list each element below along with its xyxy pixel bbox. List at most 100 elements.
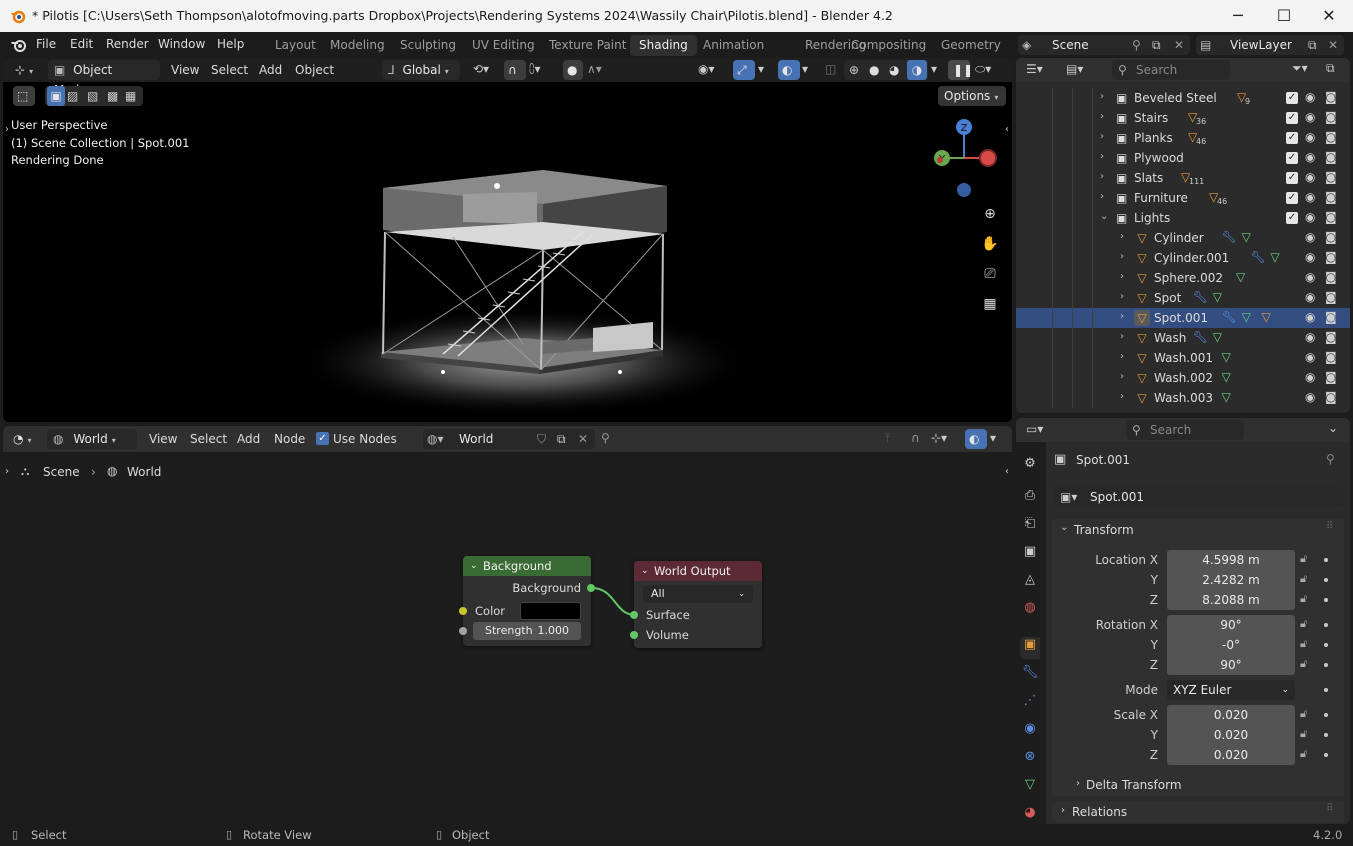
display-mode-icon[interactable]: ▤▾ [1066,62,1083,76]
tab-texture-paint[interactable]: Texture Paint [540,35,635,56]
keyframe-dot[interactable] [1324,663,1328,667]
chevron-right-icon[interactable]: › [1100,191,1104,202]
light-data-icon[interactable]: ▽ [1242,310,1251,324]
camera-render-icon[interactable]: ◙ [1325,390,1337,404]
eye-icon[interactable]: ◉ [1305,390,1315,404]
eye-icon[interactable]: ◉ [1305,350,1315,364]
menu-help[interactable]: Help [217,37,244,51]
location-z-field[interactable]: 8.2088 m [1167,590,1295,610]
lock-icon[interactable]: 🔓︎ [1300,617,1307,631]
new-scene-icon[interactable]: ⧉ [1152,35,1161,55]
light-data-icon[interactable]: ▽ [1222,390,1231,404]
camera-render-icon[interactable]: ◙ [1325,270,1337,284]
gizmo-x-axis[interactable] [979,149,997,167]
eye-icon[interactable]: ◉ [1305,230,1315,244]
camera-render-icon[interactable]: ◙ [1325,370,1337,384]
modifier-wrench-icon[interactable]: 🔧︎ [1193,290,1208,304]
camera-render-icon[interactable]: ◙ [1325,90,1337,104]
render-target-dropdown[interactable]: All ⌄ [643,585,753,603]
outliner-row[interactable]: › ▽ Spot 🔧︎ ▽ ◉ ◙ [1016,288,1350,308]
exclude-checkbox[interactable]: ✓ [1286,132,1298,144]
light-data-orange-icon[interactable]: ▽ [1262,310,1271,324]
volume-input-socket[interactable] [630,631,638,639]
light-data-icon[interactable]: ▽ [1213,330,1222,344]
exclude-checkbox[interactable]: ✓ [1286,212,1298,224]
outliner-row[interactable]: › ▣ Plywood ✓ ◉ ◙ [1016,148,1350,168]
falloff-icon[interactable]: ∧▾ [587,62,602,76]
render-tab-icon[interactable]: ⎙ [1020,488,1040,510]
toolbar-toggle-icon[interactable]: › [5,124,9,135]
scale-x-field[interactable]: 0.020 [1167,705,1295,725]
chevron-right-icon[interactable]: › [1100,171,1104,182]
close-window-button[interactable]: ✕ [1306,0,1352,32]
tab-animation[interactable]: Animation [694,35,773,56]
tab-layout[interactable]: Layout [266,35,325,56]
camera-render-icon[interactable]: ◙ [1325,290,1337,304]
outliner-row[interactable]: › ▽ Wash.002 ▽ ◉ ◙ [1016,368,1350,388]
orientation-selector[interactable]: ⅃ Global ▾ [382,60,460,80]
tab-modeling[interactable]: Modeling [321,35,394,56]
scene-tab-icon[interactable]: ◬ [1020,572,1040,594]
viewport-menu-select[interactable]: Select [211,63,248,77]
strength-field[interactable]: Strength 1.000 [473,622,581,640]
modifier-tab-icon[interactable]: 🔧︎ [1020,665,1040,687]
chevron-right-icon[interactable]: › [1120,371,1124,382]
camera-render-icon[interactable]: ◙ [1325,350,1337,364]
object-data-tab-icon[interactable]: ▽ [1020,777,1040,799]
chevron-right-icon[interactable]: › [1100,111,1104,122]
world-output-node-header[interactable]: ⌄ World Output [634,561,762,581]
editor-type-button[interactable]: ⊹ ▾ [9,60,43,80]
collapse-icon[interactable]: ⌄ [470,556,478,576]
delta-transform-subpanel[interactable]: › Delta Transform [1052,774,1344,796]
camera-render-icon[interactable]: ◙ [1325,170,1337,184]
eye-icon[interactable]: ◉ [1305,290,1315,304]
keyframe-dot[interactable] [1324,713,1328,717]
camera-render-icon[interactable]: ◙ [1325,110,1337,124]
exclude-checkbox[interactable]: ✓ [1286,192,1298,204]
outliner-row[interactable]: ⌄ ▣ Lights ✓ ◉ ◙ [1016,208,1350,228]
view-layer-tab-icon[interactable]: ▣ [1020,544,1040,566]
object-browse-icon[interactable]: ▣▾ [1060,487,1077,507]
rotation-mode-dropdown[interactable]: XYZ Euler ⌄ [1167,680,1295,700]
particles-tab-icon[interactable]: ⋰ [1020,693,1040,715]
strength-input-socket[interactable] [459,627,467,635]
exclude-checkbox[interactable]: ✓ [1286,92,1298,104]
scene-selector[interactable]: ◈ Scene ⚲ ⧉ ✕ [1018,35,1190,55]
perspective-toggle-icon[interactable]: ▦ [979,293,1001,315]
menu-render[interactable]: Render [106,37,149,51]
light-data-icon[interactable]: ▽ [1213,290,1222,304]
world-output-node[interactable]: ⌄ World Output All ⌄ Surface Volume [630,561,762,648]
transform-panel-header[interactable]: ⌄ Transform ⠿ [1052,519,1344,541]
eye-icon[interactable]: ◉ [1305,310,1315,324]
object-datablock-field[interactable]: ▣▾ Spot.001 [1054,487,1344,507]
tab-uv-editing[interactable]: UV Editing [463,35,544,56]
keyframe-dot[interactable] [1324,598,1328,602]
modifier-wrench-icon[interactable]: 🔧︎ [1222,310,1237,324]
collapse-icon[interactable]: ⌄ [641,561,649,581]
outliner-row[interactable]: › ▽ Spot.001 🔧︎ ▽ ▽ ◉ ◙ [1016,308,1350,328]
outliner-row[interactable]: › ▽ Wash.001 ▽ ◉ ◙ [1016,348,1350,368]
surface-input-socket[interactable] [630,611,638,619]
light-data-icon[interactable]: ▽ [1222,370,1231,384]
world-tab-icon[interactable]: ◍ [1020,600,1040,622]
view-layer-selector[interactable]: ▤ ViewLayer ⧉ ✕ [1196,35,1344,55]
scale-y-field[interactable]: 0.020 [1167,725,1295,745]
light-data-icon[interactable]: ▽ [1270,250,1279,264]
menu-file[interactable]: File [36,37,56,51]
minimize-button[interactable]: ─ [1215,0,1261,32]
eye-icon[interactable]: ◉ [1305,190,1315,204]
light-data-icon[interactable]: ▽ [1236,270,1245,284]
color-swatch[interactable] [520,602,581,620]
visibility-icon[interactable]: ◉▾ [698,62,715,76]
eye-icon[interactable]: ◉ [1305,270,1315,284]
scale-z-field[interactable]: 0.020 [1167,745,1295,765]
modifier-wrench-icon[interactable]: 🔧︎ [1222,230,1237,244]
viewport-menu-view[interactable]: View [171,63,199,77]
color-input-socket[interactable] [459,607,467,615]
new-collection-icon[interactable]: ⧉ [1326,61,1335,76]
outliner-row[interactable]: › ▽ Sphere.002 ▽ ◉ ◙ [1016,268,1350,288]
output-tab-icon[interactable]: ⎗ [1020,516,1040,538]
tool-tab-icon[interactable]: ⚙ [1020,456,1040,478]
mode-selector[interactable]: ▣ Object Mode▾ [48,60,160,97]
gizmo-neg-z-axis[interactable] [957,183,971,197]
